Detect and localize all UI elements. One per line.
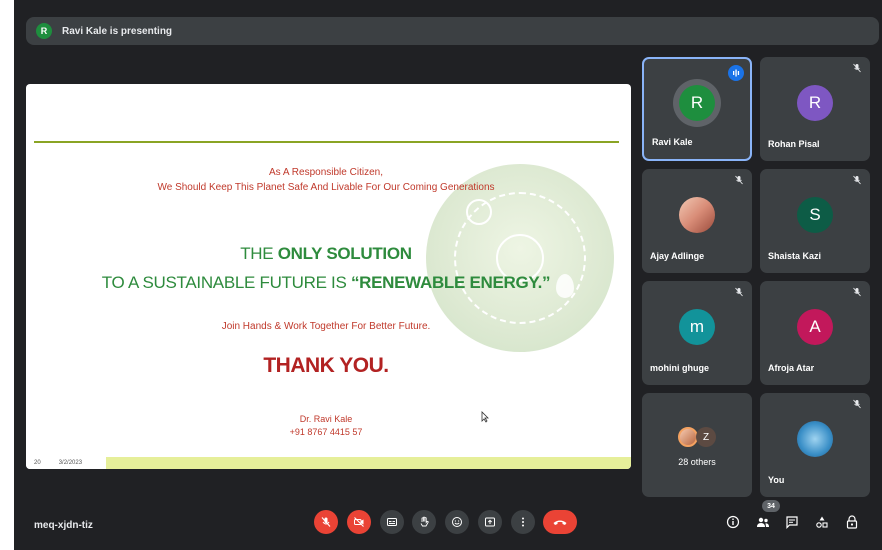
avatar: R [797, 85, 833, 121]
people-button[interactable] [755, 514, 771, 530]
participant-tile-shaista-kazi[interactable]: S Shaista Kazi [760, 169, 870, 273]
mic-off-icon [735, 287, 743, 297]
sun-icon [466, 199, 492, 225]
slide-headline-2: TO A SUSTAINABLE FUTURE IS “RENEWABLE EN… [101, 273, 551, 292]
presentation-slide: As A Responsible Citizen, We Should Keep… [26, 84, 631, 469]
meeting-code: meq-xjdn-tiz [34, 520, 93, 531]
mic-off-icon [853, 175, 861, 185]
participant-count-badge: 34 [762, 500, 780, 512]
captions-button[interactable] [380, 510, 404, 534]
others-count-label: 28 others [678, 457, 716, 467]
avatar: Z [696, 427, 716, 447]
mic-off-icon [735, 175, 743, 185]
host-controls-button[interactable] [844, 514, 860, 530]
mic-off-icon [853, 399, 861, 409]
speaking-indicator-icon [728, 65, 744, 81]
participant-tile-you[interactable]: You [760, 393, 870, 497]
slide-page-number: 20 [34, 460, 41, 466]
people-icon [757, 517, 769, 527]
more-vert-icon [522, 517, 524, 527]
activities-icon [816, 516, 828, 528]
slide-headline-1: THE ONLY SOLUTION [240, 244, 412, 263]
avatar [679, 197, 715, 233]
info-icon [726, 515, 740, 529]
lock-person-icon [846, 515, 858, 529]
present-now-button[interactable] [478, 510, 502, 534]
avatar: A [797, 309, 833, 345]
presenter-avatar: R [36, 23, 52, 39]
others-avatars: Z [678, 427, 716, 447]
activities-button[interactable] [814, 514, 830, 530]
slide-footer: 20 3/2/2023 [26, 457, 631, 469]
participant-tile-others[interactable]: Z 28 others [642, 393, 752, 497]
mic-toggle-button[interactable] [314, 510, 338, 534]
participant-name: Rohan Pisal [768, 139, 820, 149]
participant-name: Shaista Kazi [768, 251, 822, 261]
captions-icon [387, 518, 397, 526]
participant-name: mohini ghuge [650, 363, 709, 373]
slide-line-join: Join Hands & Work Together For Better Fu… [221, 321, 431, 332]
participant-tile-rohan-pisal[interactable]: R Rohan Pisal [760, 57, 870, 161]
participant-name: Afroja Atar [768, 363, 815, 373]
avatar [678, 427, 698, 447]
avatar: S [797, 197, 833, 233]
mic-off-icon [853, 287, 861, 297]
slide-date: 3/2/2023 [58, 460, 83, 466]
chat-button[interactable] [784, 514, 800, 530]
presenting-text: Ravi Kale is presenting [62, 25, 173, 37]
slide-line-planet: We Should Keep This Planet Safe And Liva… [157, 182, 495, 193]
slide-author: Dr. Ravi Kale [299, 414, 353, 424]
participant-name: Ajay Adlinge [650, 251, 705, 261]
hand-icon [420, 516, 429, 527]
slide-line-citizen: As A Responsible Citizen, [269, 167, 383, 178]
phone-hangup-icon [553, 520, 567, 525]
slide-thank-you: THANK YOU. [263, 354, 389, 377]
camera-off-icon [354, 517, 364, 527]
meeting-details-button[interactable] [725, 514, 741, 530]
avatar: m [679, 309, 715, 345]
reactions-button[interactable] [445, 510, 469, 534]
participant-tile-mohini-ghuge[interactable]: m mohini ghuge [642, 281, 752, 385]
meet-window: R Ravi Kale is presenting As A Responsib… [14, 0, 882, 550]
leave-call-button[interactable] [543, 510, 577, 534]
participant-name: Ravi Kale [652, 137, 693, 147]
slide-phone: +91 8767 4415 57 [289, 427, 363, 437]
mouse-cursor-icon [481, 411, 489, 423]
present-icon [485, 517, 495, 527]
more-options-button[interactable] [511, 510, 535, 534]
participant-tile-afroja-atar[interactable]: A Afroja Atar [760, 281, 870, 385]
mic-off-icon [853, 63, 861, 73]
participant-name: You [768, 475, 785, 485]
mic-off-icon [321, 517, 331, 527]
camera-toggle-button[interactable] [347, 510, 371, 534]
participant-tile-ajay-adlinge[interactable]: Ajay Adlinge [642, 169, 752, 273]
raise-hand-button[interactable] [412, 510, 436, 534]
presenting-banner: R Ravi Kale is presenting [26, 17, 879, 45]
participant-tile-ravi-kale[interactable]: R Ravi Kale [642, 57, 752, 161]
avatar: R [679, 85, 715, 121]
emoji-icon [452, 517, 462, 527]
chat-icon [786, 516, 798, 529]
avatar [797, 421, 833, 457]
slide-divider [34, 141, 619, 143]
